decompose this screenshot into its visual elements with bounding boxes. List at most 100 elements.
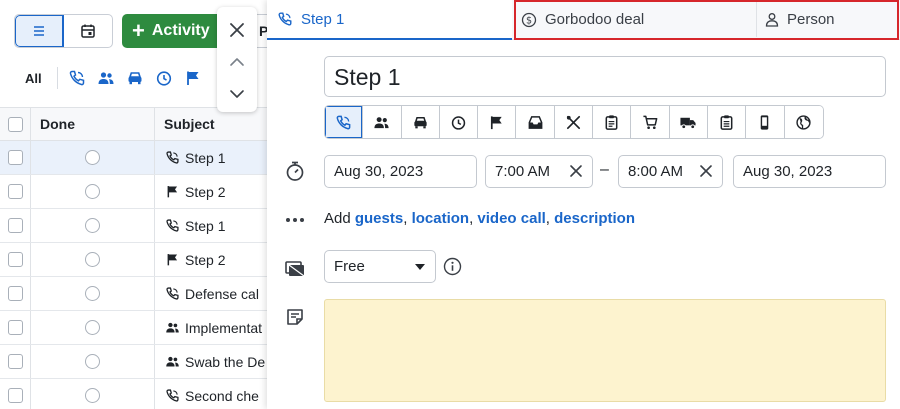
row-subject[interactable]: Step 1 <box>185 218 225 234</box>
done-toggle[interactable] <box>85 320 100 335</box>
row-check-cell <box>0 345 31 378</box>
filter-divider <box>57 67 58 89</box>
chevron-down-icon <box>230 90 244 98</box>
done-toggle[interactable] <box>85 150 100 165</box>
start-date-field[interactable]: Aug 30, 2023 <box>324 155 477 188</box>
previous-item-button[interactable] <box>222 46 252 78</box>
meeting-icon <box>374 116 390 128</box>
busy-free-select[interactable]: Free <box>324 250 436 283</box>
row-done-cell <box>31 175 155 208</box>
activity-table: Done Subject Step 1 Step 2 Step 1 Step 2… <box>0 107 267 409</box>
type-email-button[interactable] <box>516 106 555 138</box>
start-time-field[interactable]: 7:00 AM <box>485 155 593 188</box>
type-mobile-button[interactable] <box>746 106 785 138</box>
column-done[interactable]: Done <box>31 108 155 140</box>
phone-icon[interactable] <box>66 67 88 89</box>
table-row[interactable]: Implementat <box>0 311 267 345</box>
row-subject[interactable]: Implementat <box>185 320 262 336</box>
end-date-field[interactable]: Aug 30, 2023 <box>733 155 886 188</box>
clear-end-time-icon[interactable] <box>698 163 714 179</box>
type-cart-button[interactable] <box>631 106 670 138</box>
row-done-cell <box>31 209 155 242</box>
row-subject[interactable]: Step 1 <box>185 150 225 166</box>
clear-start-time-icon[interactable] <box>568 163 584 179</box>
done-toggle[interactable] <box>85 184 100 199</box>
table-row[interactable]: Step 2 <box>0 243 267 277</box>
meeting-icon[interactable] <box>95 67 117 89</box>
phone-icon <box>336 115 351 129</box>
table-row[interactable]: Defense cal <box>0 277 267 311</box>
select-all-checkbox[interactable] <box>7 116 23 132</box>
type-globe-button[interactable] <box>784 106 823 138</box>
info-icon[interactable] <box>443 257 462 276</box>
row-checkbox[interactable] <box>7 252 23 267</box>
more-options-icon[interactable] <box>283 208 307 232</box>
add-description-link[interactable]: description <box>554 210 635 227</box>
tab-person[interactable]: Person <box>757 2 897 37</box>
table-row[interactable]: Step 1 <box>0 209 267 243</box>
meeting-icon <box>164 320 180 336</box>
row-subject[interactable]: Step 2 <box>185 184 225 200</box>
clock-icon[interactable] <box>153 67 175 89</box>
type-car-button[interactable] <box>401 106 440 138</box>
car-icon[interactable] <box>124 67 146 89</box>
done-toggle[interactable] <box>85 286 100 301</box>
done-toggle[interactable] <box>85 354 100 369</box>
done-toggle[interactable] <box>85 252 100 267</box>
filter-all[interactable]: All <box>25 71 57 86</box>
calendar-view-button[interactable] <box>64 15 112 47</box>
add-location-link[interactable]: location <box>412 210 470 227</box>
subject-input[interactable]: Step 1 <box>324 56 886 97</box>
type-clipboard-button[interactable] <box>593 106 632 138</box>
svg-text:$: $ <box>526 15 532 26</box>
row-checkbox[interactable] <box>7 388 23 403</box>
phone-icon <box>164 388 180 404</box>
add-guests-link[interactable]: guests <box>355 210 403 227</box>
tab-activity[interactable]: Step 1 <box>267 0 512 40</box>
select-all-cell <box>0 108 31 140</box>
plus-icon: + <box>132 18 145 43</box>
note-textarea[interactable] <box>324 299 886 402</box>
type-delivery-button[interactable] <box>669 106 708 138</box>
row-checkbox[interactable] <box>7 184 23 199</box>
table-row[interactable]: Step 1 <box>0 141 267 175</box>
done-toggle[interactable] <box>85 388 100 403</box>
row-done-cell <box>31 311 155 344</box>
row-check-cell <box>0 141 31 174</box>
end-time-field[interactable]: 8:00 AM <box>618 155 723 188</box>
close-panel-button[interactable] <box>222 14 252 46</box>
row-subject[interactable]: Step 2 <box>185 252 225 268</box>
mobile-phone-icon <box>761 114 769 130</box>
row-subject[interactable]: Second che <box>185 388 259 404</box>
flag-icon[interactable] <box>182 67 204 89</box>
type-call-button[interactable] <box>325 106 364 138</box>
row-subject-cell: Swab the De <box>155 345 267 378</box>
table-row[interactable]: Step 2 <box>0 175 267 209</box>
row-subject[interactable]: Defense cal <box>185 286 259 302</box>
row-checkbox[interactable] <box>7 286 23 301</box>
row-subject-cell: Step 1 <box>155 141 267 174</box>
tab-activity-label: Step 1 <box>301 10 345 28</box>
row-checkbox[interactable] <box>7 354 23 369</box>
done-toggle[interactable] <box>85 218 100 233</box>
row-checkbox[interactable] <box>7 150 23 165</box>
add-video-call-link[interactable]: video call <box>477 210 545 227</box>
availability-icon <box>283 256 307 280</box>
tab-deal[interactable]: $ Gorbodoo deal <box>516 2 757 37</box>
table-row[interactable]: Swab the De <box>0 345 267 379</box>
row-subject-cell: Defense cal <box>155 277 267 310</box>
row-checkbox[interactable] <box>7 320 23 335</box>
table-row[interactable]: Second che <box>0 379 267 409</box>
row-checkbox[interactable] <box>7 218 23 233</box>
type-lunch-button[interactable] <box>554 106 594 138</box>
type-task-button[interactable] <box>478 106 517 138</box>
next-item-button[interactable] <box>222 78 252 110</box>
column-subject[interactable]: Subject <box>155 108 267 140</box>
type-meeting-button[interactable] <box>363 106 402 138</box>
type-deadline-button[interactable] <box>439 106 479 138</box>
list-icon <box>34 26 44 36</box>
activity-list-pane: + Activity Pr All Done Subject Step 1 <box>0 0 267 409</box>
row-subject[interactable]: Swab the De <box>185 354 265 370</box>
list-view-button[interactable] <box>15 15 64 47</box>
type-checklist-button[interactable] <box>707 106 747 138</box>
